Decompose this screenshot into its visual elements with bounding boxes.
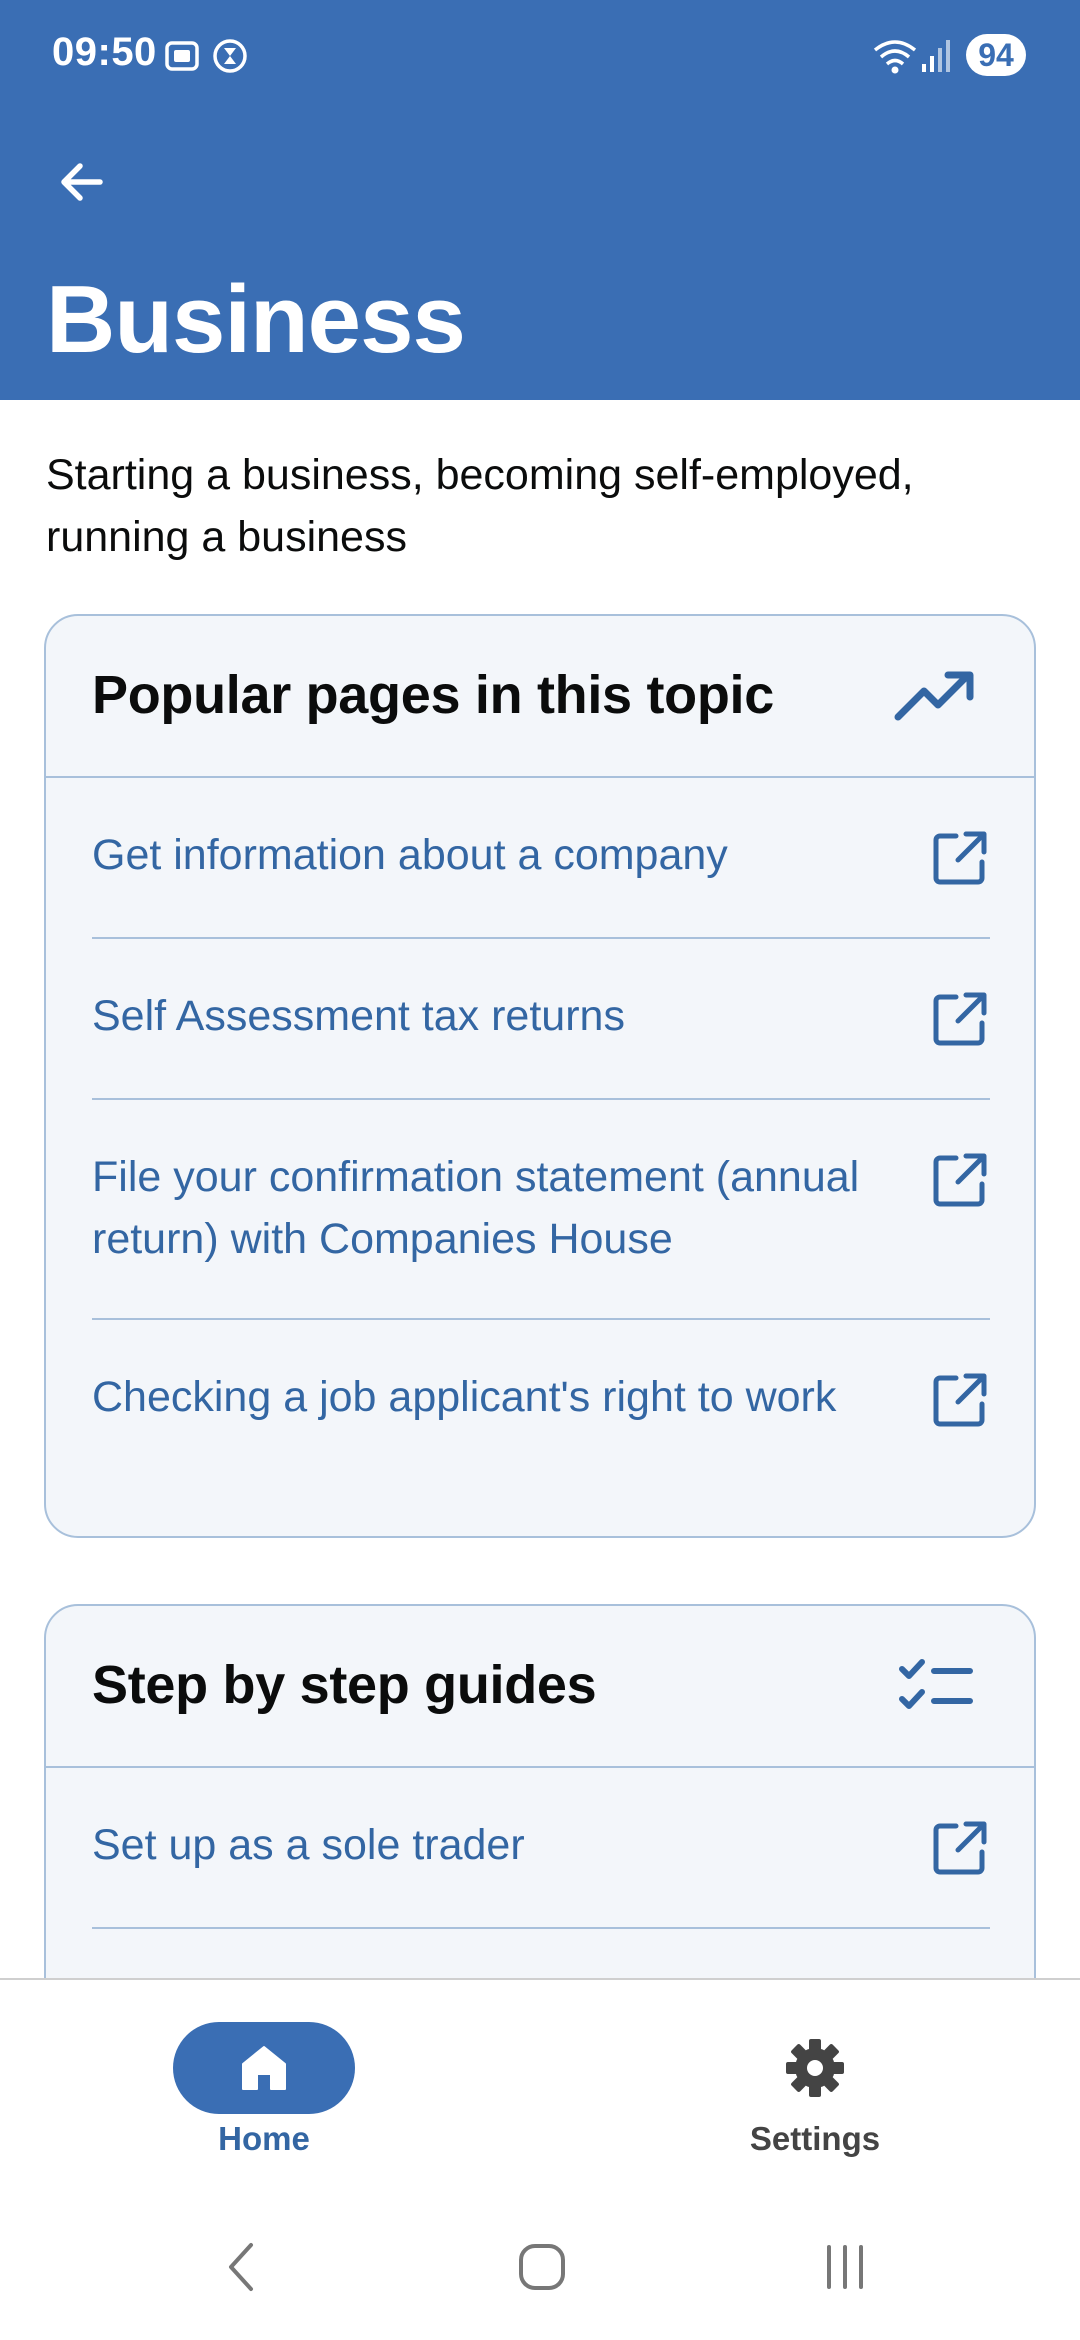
popular-link-confirmation-statement[interactable]: File your confirmation statement (annual… [92,1100,990,1320]
status-bar: 09:50 94 [0,0,1080,112]
external-link-icon [933,1821,987,1875]
popular-link-company-info[interactable]: Get information about a company [92,778,990,939]
nav-home-tab[interactable]: Home [114,2010,414,2170]
step-by-step-card: Step by step guides Set up as a sole tra… [44,1604,1036,1978]
nav-settings-label: Settings [749,2120,881,2157]
system-back-button[interactable] [196,2222,286,2312]
step-by-step-title: Step by step guides [92,1655,597,1715]
home-icon [242,2046,286,2090]
home-square-icon [519,2244,565,2290]
external-link-icon [933,992,987,1046]
arrow-left-icon [61,163,103,201]
guide-link-sole-trader[interactable]: Set up as a sole trader [92,1768,990,1929]
link-label: File your confirmation statement (annual… [92,1153,860,1263]
nav-home-label: Home [218,2120,310,2157]
bottom-navigation: Home Settings [0,1978,1080,2184]
link-label: Checking a job applicant's right to work [92,1373,837,1421]
system-home-button[interactable] [497,2222,587,2312]
popular-link-right-to-work[interactable]: Checking a job applicant's right to work [92,1320,990,1536]
content-scroll-area[interactable]: Starting a business, becoming self-emplo… [0,400,1080,1978]
wifi-icon [872,36,918,81]
back-button[interactable] [40,140,124,224]
popular-pages-title: Popular pages in this topic [92,665,774,725]
system-recents-button[interactable] [800,2222,890,2312]
link-label: Set up as a sole trader [92,1821,525,1869]
home-active-indicator [173,2022,355,2114]
popular-pages-header: Popular pages in this topic [46,616,1034,778]
app-bar: 09:50 94 Business [0,0,1080,400]
nav-settings-tab[interactable]: Settings [665,2010,965,2170]
status-time: 09:50 [52,30,157,74]
signal-icon [920,36,952,81]
checklist-icon [894,1650,978,1724]
external-link-icon [933,1373,987,1427]
recents-icon [827,2245,863,2289]
link-label: Get information about a company [92,831,728,879]
timer-icon [210,36,250,81]
external-link-icon [933,831,987,885]
popular-pages-card: Popular pages in this topic Get informat… [44,614,1036,1538]
step-by-step-header: Step by step guides [46,1606,1034,1768]
topic-description: Starting a business, becoming self-emplo… [46,451,914,561]
trending-up-icon [894,660,978,734]
screenshot-icon [162,36,202,81]
system-navigation-bar [0,2184,1080,2340]
link-label: Self Assessment tax returns [92,992,625,1040]
external-link-icon [933,1153,987,1207]
chevron-left-icon [229,2243,253,2291]
popular-link-self-assessment[interactable]: Self Assessment tax returns [92,939,990,1100]
page-title: Business [46,266,466,373]
battery-indicator: 94 [966,34,1026,76]
gear-icon [786,2039,844,2097]
